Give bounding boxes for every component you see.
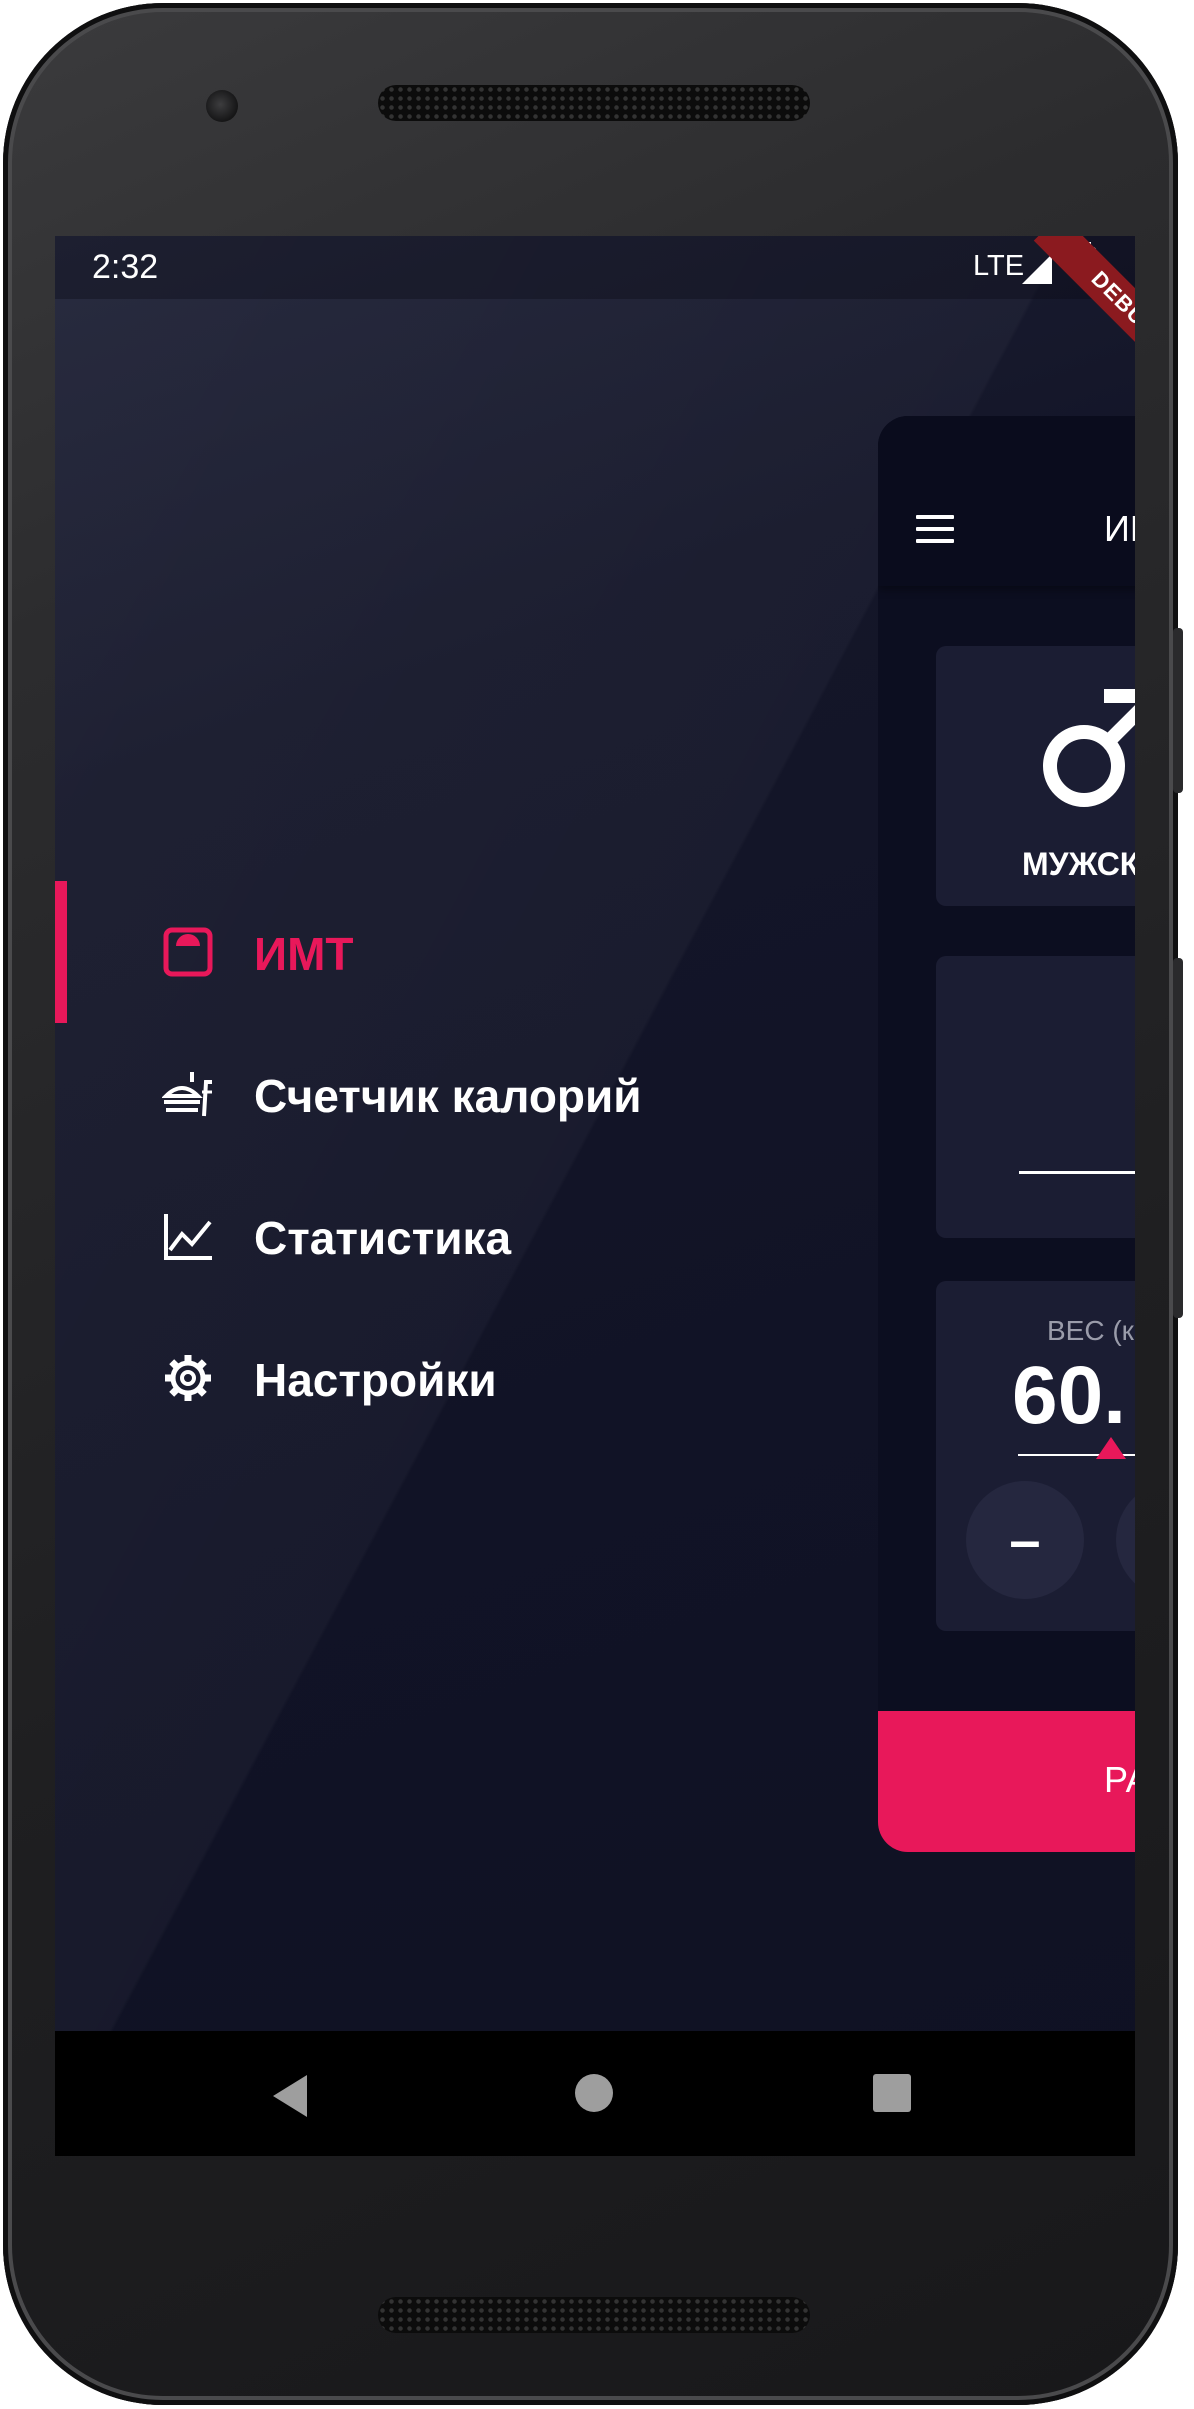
- recent-apps-icon[interactable]: [873, 2074, 911, 2112]
- height-slider-track[interactable]: [1019, 1171, 1135, 1174]
- phone-frame: 2:32 LTE DEBUG ИМ МУЖСК: [3, 3, 1183, 2405]
- drawer-label-settings: Настройки: [254, 1354, 497, 1406]
- calculate-label: РА: [1104, 1759, 1135, 1800]
- bottom-speaker: [378, 2297, 810, 2333]
- male-icon: [1043, 689, 1135, 807]
- front-camera: [206, 90, 238, 122]
- home-icon[interactable]: [575, 2074, 613, 2112]
- drawer-item-bmi[interactable]: ИМТ: [55, 881, 855, 1021]
- volume-button[interactable]: [1173, 628, 1183, 793]
- back-icon[interactable]: [273, 2075, 307, 2117]
- drawer-item-statistics[interactable]: Статистика: [55, 1165, 855, 1305]
- screen: 2:32 LTE DEBUG ИМ МУЖСК: [55, 236, 1135, 2156]
- app-title: ИМ: [1104, 508, 1135, 549]
- weight-card: ВЕС (ки 60. –: [936, 1281, 1135, 1631]
- line-chart-icon: [164, 1214, 212, 1260]
- weight-minus-button[interactable]: –: [966, 1481, 1084, 1599]
- drawer-item-settings[interactable]: Настройки: [55, 1307, 855, 1447]
- calculate-button[interactable]: РА: [878, 1711, 1135, 1852]
- scale-icon: [163, 927, 213, 977]
- weight-plus-button[interactable]: [1116, 1481, 1135, 1599]
- height-card[interactable]: [936, 956, 1135, 1238]
- menu-icon[interactable]: [916, 515, 954, 545]
- food-counter-icon: [162, 1072, 212, 1117]
- drawer-label-calories: Счетчик калорий: [254, 1070, 642, 1122]
- drawer-label-statistics: Статистика: [254, 1212, 512, 1264]
- drawer-label-bmi: ИМТ: [254, 928, 354, 980]
- gender-card-male[interactable]: МУЖСК: [936, 646, 1135, 906]
- power-button[interactable]: [1173, 958, 1183, 1318]
- weight-value: 60.: [1012, 1350, 1126, 1441]
- status-time: 2:32: [92, 248, 159, 286]
- top-speaker: [378, 85, 810, 121]
- gear-icon: [165, 1355, 211, 1401]
- status-bar: 2:32 LTE: [55, 236, 1135, 299]
- app-preview[interactable]: ИМ МУЖСК ВЕС (ки 60. –: [878, 416, 1135, 1852]
- signal-icon: [1022, 254, 1052, 284]
- gender-label: МУЖСК: [1022, 846, 1135, 882]
- drawer-item-calories[interactable]: Счетчик калорий: [55, 1023, 855, 1163]
- network-type: LTE: [973, 250, 1025, 282]
- system-nav-bar: [55, 2031, 1135, 2156]
- app-bar: ИМ: [878, 416, 1135, 586]
- weight-caption: ВЕС (ки: [1047, 1315, 1135, 1346]
- weight-marker-icon: [1096, 1437, 1126, 1459]
- minus-label: –: [1009, 1508, 1041, 1571]
